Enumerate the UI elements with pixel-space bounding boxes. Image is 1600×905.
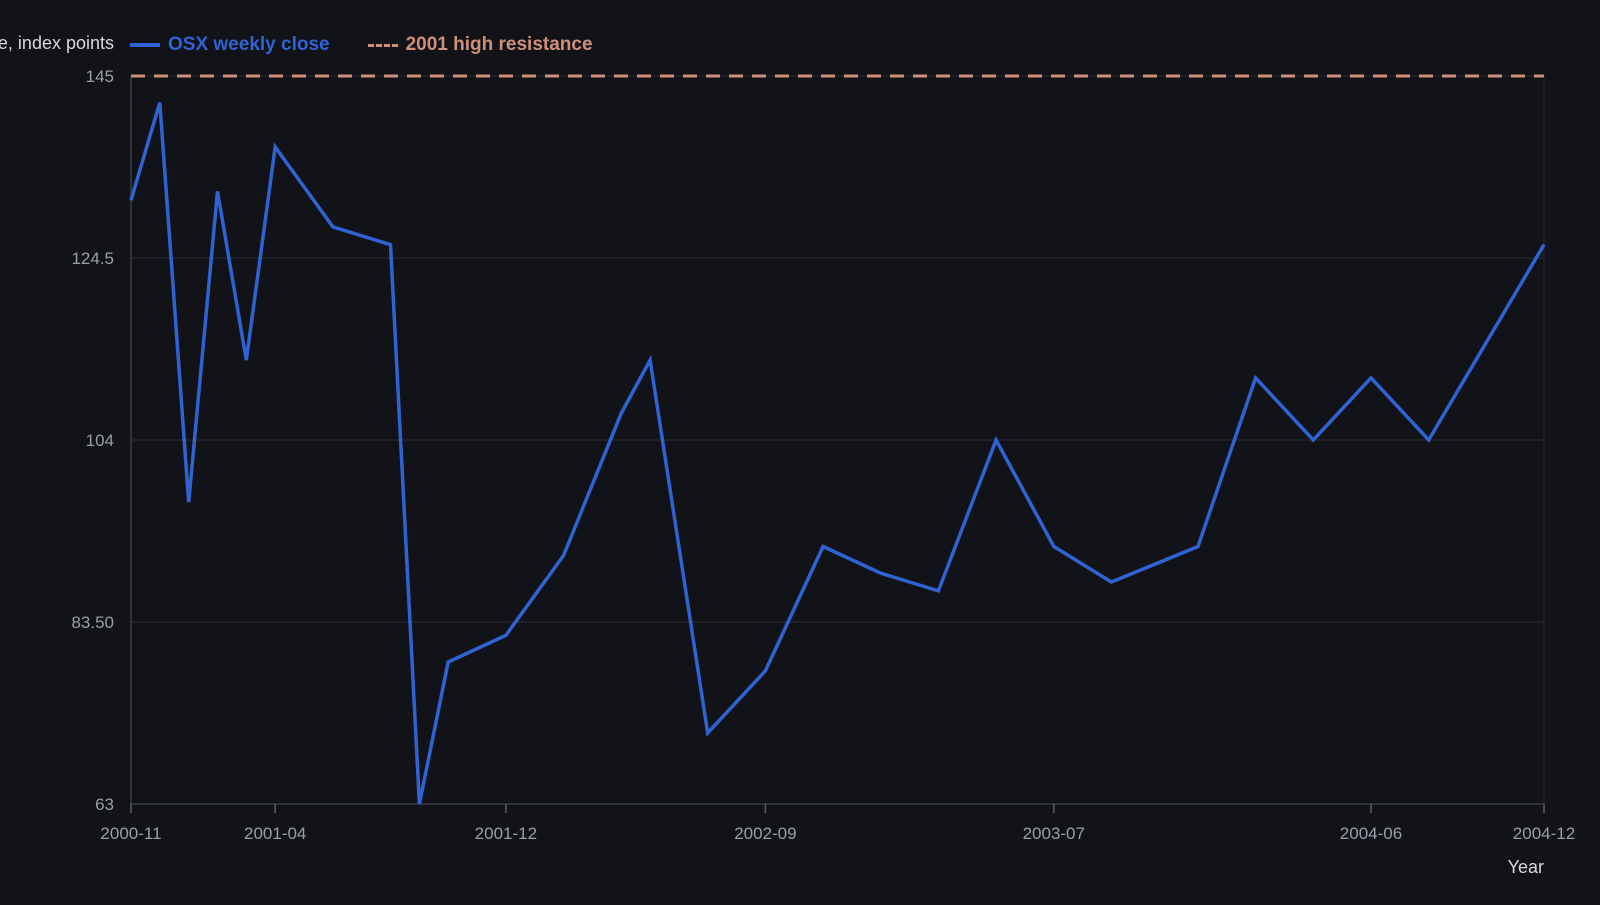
legend-item-2001-high-resistance: 2001 high resistance [367, 34, 593, 56]
legend-label-2001-high-resistance: 2001 high resistance [405, 34, 593, 55]
legend-label-osx-weekly-close: OSX weekly close [168, 34, 330, 55]
x-axis-title: Year [1507, 857, 1544, 877]
y-tick-label: 145 [86, 67, 114, 86]
x-tick-label: 2004-06 [1340, 824, 1402, 843]
legend-swatch-dashed [367, 43, 398, 47]
legend: OSX weekly close 2001 high resistance [130, 34, 631, 56]
x-tick-label: 2000-11 [100, 824, 161, 843]
x-tick-label: 2001-04 [244, 824, 306, 843]
series-line-osx-weekly-close [129, 102, 1546, 805]
legend-swatch-solid [130, 43, 160, 47]
chart-area: 63 83.50 104 124.5 145 2000-11 2001-04 2001-12 2… [0, 0, 1600, 900]
y-tick-label: 104 [86, 431, 114, 450]
line-chart: 63 83.50 104 124.5 145 2000-11 2001-04 2001-12 2… [71, 67, 1575, 843]
y-tick-label: 63 [95, 795, 114, 814]
x-tick-label: 2001-12 [475, 824, 537, 843]
y-tick-label: 83.50 [71, 613, 114, 632]
x-tick-label: 2004-12 [1513, 824, 1575, 843]
y-tick-label: 124.5 [71, 249, 114, 268]
x-tick-label: 2003-07 [1023, 824, 1085, 843]
y-axis-title: OSX weekly close, index points [0, 33, 114, 53]
legend-item-osx-weekly-close: OSX weekly close [130, 34, 330, 56]
x-tick-label: 2002-09 [734, 824, 796, 843]
